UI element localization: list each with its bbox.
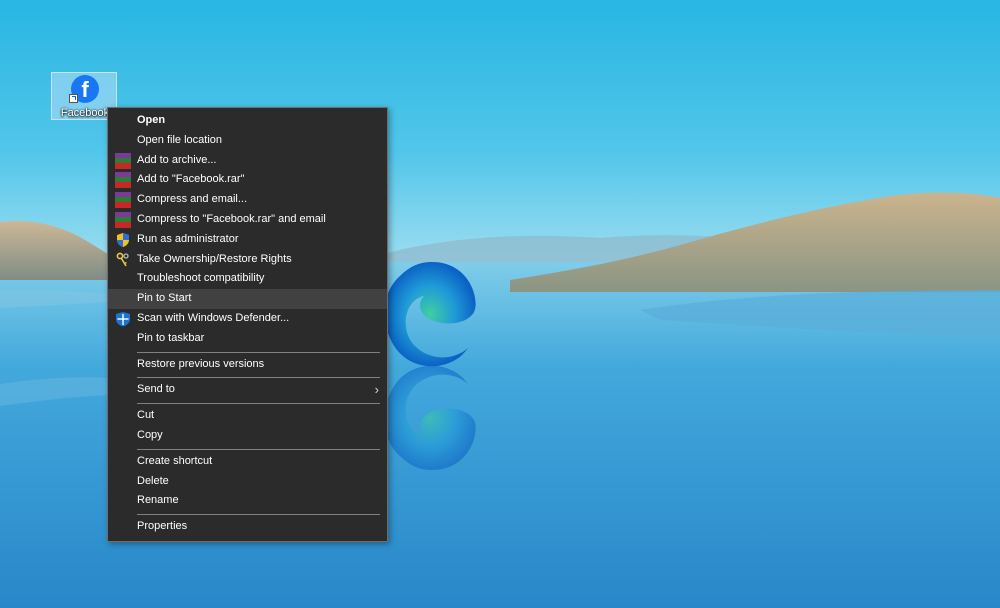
menu-item-pin-to-start[interactable]: Pin to Start bbox=[108, 289, 387, 309]
uac-shield-icon bbox=[117, 232, 129, 247]
winrar-icon bbox=[115, 152, 131, 169]
menu-item-delete[interactable]: Delete bbox=[108, 472, 387, 492]
menu-item-open[interactable]: Open bbox=[108, 111, 387, 131]
menu-item-add-to-archive[interactable]: Add to archive... bbox=[108, 151, 387, 171]
menu-separator bbox=[137, 448, 380, 450]
menu-item-take-ownership[interactable]: Take Ownership/Restore Rights bbox=[108, 250, 387, 270]
shortcut-arrow-icon bbox=[69, 94, 78, 103]
menu-item-troubleshoot-compatibility[interactable]: Troubleshoot compatibility bbox=[108, 269, 387, 289]
menu-separator bbox=[137, 514, 380, 516]
menu-item-open-file-location[interactable]: Open file location bbox=[108, 131, 387, 151]
menu-item-compress-and-email[interactable]: Compress and email... bbox=[108, 190, 387, 210]
keys-icon bbox=[116, 252, 129, 266]
menu-item-rename[interactable]: Rename bbox=[108, 491, 387, 511]
menu-item-pin-to-taskbar[interactable]: Pin to taskbar bbox=[108, 329, 387, 349]
winrar-icon bbox=[115, 211, 131, 228]
menu-item-cut[interactable]: Cut bbox=[108, 406, 387, 426]
desktop-background: f Facebook Open Open file location Add t… bbox=[0, 0, 1000, 608]
defender-shield-icon bbox=[116, 311, 130, 327]
context-menu: Open Open file location Add to archive..… bbox=[107, 107, 388, 542]
menu-item-properties[interactable]: Properties bbox=[108, 517, 387, 537]
menu-separator bbox=[137, 377, 380, 379]
menu-separator bbox=[137, 403, 380, 405]
chevron-right-icon: › bbox=[374, 382, 379, 398]
menu-item-scan-with-defender[interactable]: Scan with Windows Defender... bbox=[108, 309, 387, 329]
menu-item-create-shortcut[interactable]: Create shortcut bbox=[108, 452, 387, 472]
menu-item-add-to-rar[interactable]: Add to "Facebook.rar" bbox=[108, 170, 387, 190]
menu-item-compress-to-rar-and-email[interactable]: Compress to "Facebook.rar" and email bbox=[108, 210, 387, 230]
menu-item-send-to[interactable]: Send to › bbox=[108, 380, 387, 400]
menu-item-restore-previous-versions[interactable]: Restore previous versions bbox=[108, 355, 387, 375]
menu-item-copy[interactable]: Copy bbox=[108, 426, 387, 446]
winrar-icon bbox=[115, 192, 131, 209]
winrar-icon bbox=[115, 172, 131, 189]
menu-separator bbox=[137, 351, 380, 353]
menu-item-run-as-administrator[interactable]: Run as administrator bbox=[108, 230, 387, 250]
